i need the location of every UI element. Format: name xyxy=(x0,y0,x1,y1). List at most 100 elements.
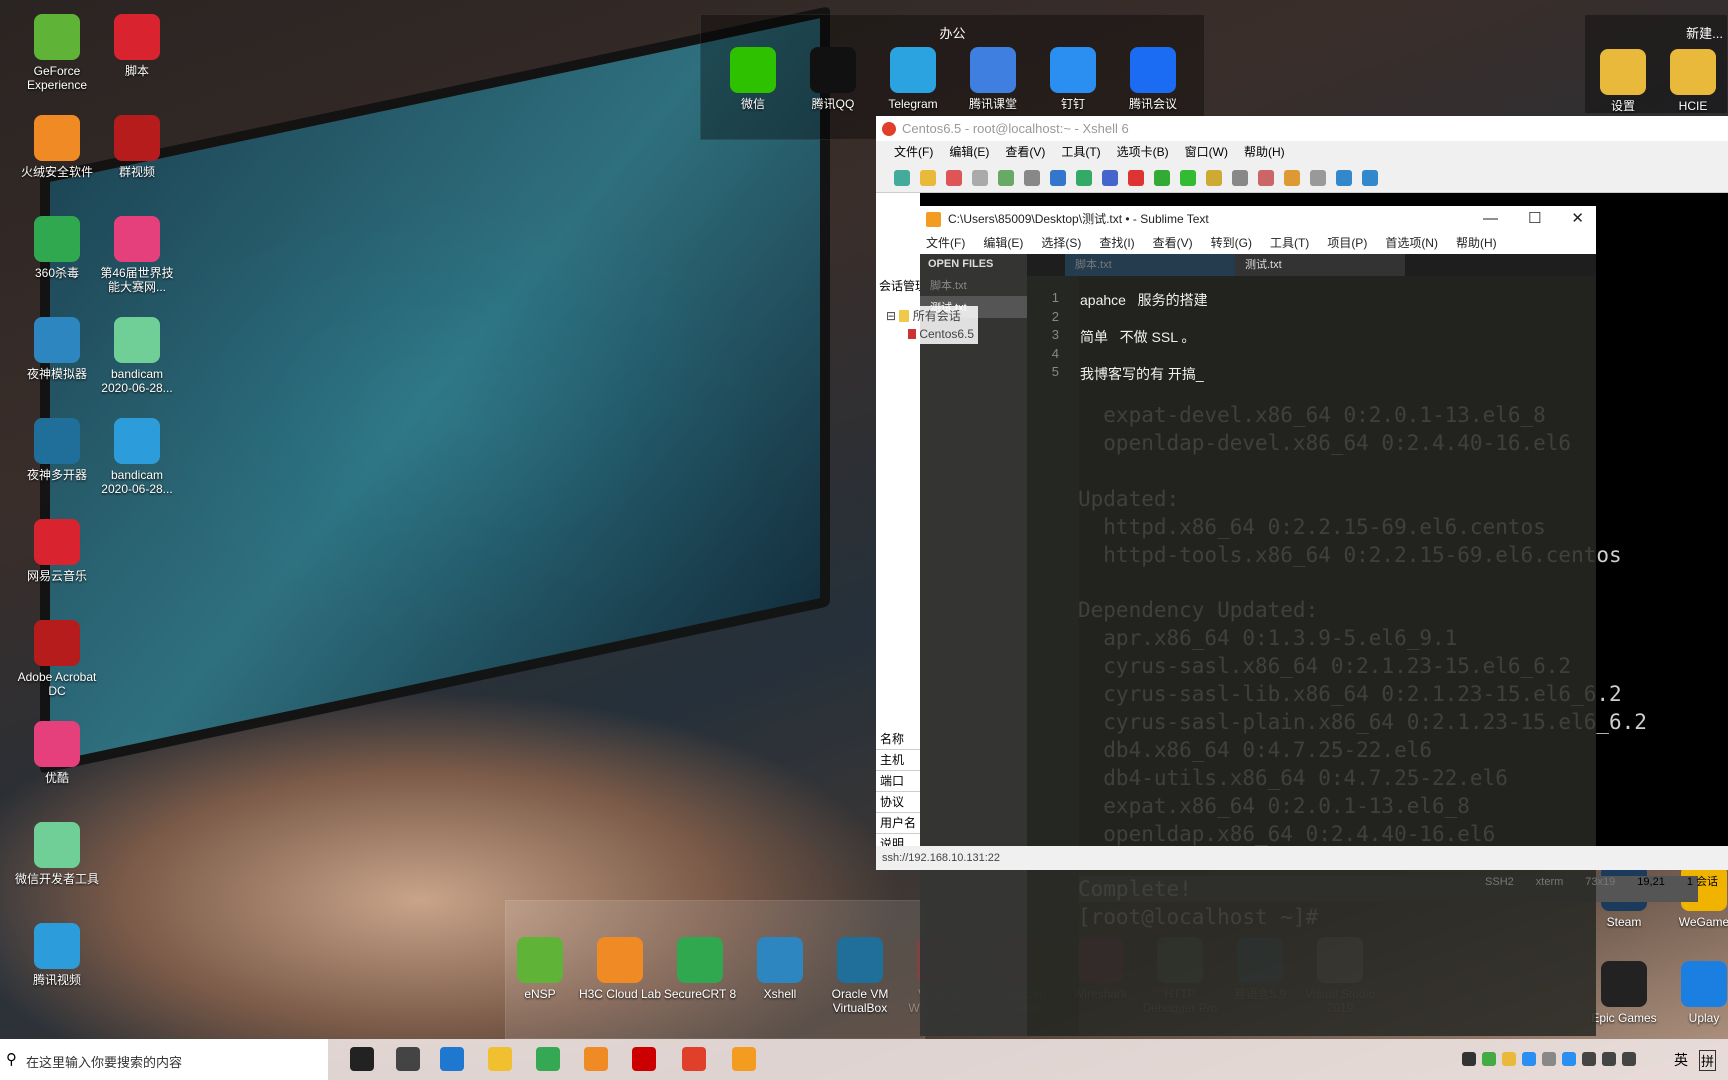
tray-icon[interactable] xyxy=(1542,1052,1556,1066)
menu-item[interactable]: 选项卡(B) xyxy=(1117,141,1169,163)
tab-1[interactable]: 测试.txt xyxy=(1235,254,1405,276)
ime-mode[interactable]: 拼 xyxy=(1698,1050,1716,1071)
desktop-icon[interactable]: eNSP xyxy=(498,937,582,1001)
toolbar-button[interactable] xyxy=(998,169,1014,186)
taskbar-app-icon[interactable] xyxy=(584,1047,608,1071)
desktop-icon[interactable]: Oracle VM VirtualBox xyxy=(818,937,902,1015)
menu-item[interactable]: 转到(G) xyxy=(1211,232,1252,254)
menu-item[interactable]: 文件(F) xyxy=(926,232,965,254)
taskbar-chrome-icon[interactable] xyxy=(536,1047,560,1071)
toolbar-button[interactable] xyxy=(1336,169,1352,186)
desktop-icon[interactable]: 网易云音乐 xyxy=(15,519,99,583)
desktop-icon[interactable]: 夜神模拟器 xyxy=(15,317,99,381)
property-name: 名称 xyxy=(876,729,920,750)
toolbar-button[interactable] xyxy=(1154,169,1170,186)
menu-item[interactable]: 帮助(H) xyxy=(1456,232,1497,254)
desktop-icon[interactable]: 第46届世界技能大赛网... xyxy=(95,216,179,294)
desktop-icon[interactable]: Telegram xyxy=(871,47,955,111)
maximize-button[interactable]: ☐ xyxy=(1528,206,1541,232)
minimize-button[interactable]: — xyxy=(1483,206,1498,232)
toolbar-button[interactable] xyxy=(1050,169,1066,186)
status-terminal-type: xterm xyxy=(1535,876,1564,888)
open-file-item[interactable]: 脚本.txt xyxy=(920,274,1027,296)
desktop-icon[interactable]: 夜神多开器 xyxy=(15,418,99,482)
close-button[interactable]: ✕ xyxy=(1571,206,1584,232)
toolbar-button[interactable] xyxy=(1102,169,1118,186)
toolbar-button[interactable] xyxy=(1180,169,1196,186)
toolbar-button[interactable] xyxy=(1128,169,1144,186)
desktop-icon[interactable]: 钉钉 xyxy=(1031,47,1115,111)
tree-item-session[interactable]: Centos6.5 xyxy=(886,325,974,343)
desktop-icon[interactable]: Uplay xyxy=(1662,961,1728,1025)
menu-item[interactable]: 编辑(E) xyxy=(983,232,1023,254)
desktop-icon[interactable]: GeForce Experience xyxy=(15,14,99,92)
ime-indicator[interactable]: 英 xyxy=(1674,1050,1688,1070)
menu-item[interactable]: 编辑(E) xyxy=(949,141,989,163)
toolbar-button[interactable] xyxy=(972,169,988,186)
menu-item[interactable]: 查看(V) xyxy=(1005,141,1045,163)
desktop-icon[interactable]: HCIE xyxy=(1651,49,1728,113)
toolbar-button[interactable] xyxy=(1310,169,1326,186)
toolbar-button[interactable] xyxy=(946,169,962,186)
desktop-icon[interactable]: 腾讯课堂 xyxy=(951,47,1035,111)
tray-icon[interactable] xyxy=(1582,1052,1596,1066)
taskbar-recorder-icon[interactable] xyxy=(632,1047,656,1071)
toolbar-button[interactable] xyxy=(894,169,910,186)
desktop-icon[interactable]: H3C Cloud Lab xyxy=(578,937,662,1001)
taskbar-edge-icon[interactable] xyxy=(440,1047,464,1071)
desktop-icon[interactable]: 360杀毒 xyxy=(15,216,99,280)
menu-item[interactable]: 查找(I) xyxy=(1099,232,1134,254)
tree-collapse-icon[interactable]: ⊟ xyxy=(886,309,899,323)
desktop-icon[interactable]: 微信开发者工具 xyxy=(15,822,99,886)
toolbar-button[interactable] xyxy=(920,169,936,186)
menu-item[interactable]: 查看(V) xyxy=(1153,232,1193,254)
menu-item[interactable]: 选择(S) xyxy=(1041,232,1081,254)
tray-icon[interactable] xyxy=(1502,1052,1516,1066)
desktop-icon[interactable]: Xshell xyxy=(738,937,822,1001)
tray-icon[interactable] xyxy=(1522,1052,1536,1066)
taskbar-sublime-icon[interactable] xyxy=(732,1047,756,1071)
desktop-icon-icon xyxy=(34,317,80,363)
taskbar-search[interactable]: ⚲ 在这里输入你要搜索的内容 xyxy=(0,1039,328,1080)
desktop-icon[interactable]: 腾讯会议 xyxy=(1111,47,1195,111)
tray-icon[interactable] xyxy=(1622,1052,1636,1066)
toolbar-button[interactable] xyxy=(1076,169,1092,186)
menu-item[interactable]: 工具(T) xyxy=(1270,232,1309,254)
toolbar-button[interactable] xyxy=(1258,169,1274,186)
taskbar-task-view-icon[interactable] xyxy=(396,1047,420,1071)
desktop-icon[interactable]: 脚本 xyxy=(95,14,179,78)
tray-icon[interactable] xyxy=(1482,1052,1496,1066)
desktop-icon[interactable]: 腾讯视频 xyxy=(15,923,99,987)
menu-item[interactable]: 首选项(N) xyxy=(1385,232,1438,254)
toolbar-button[interactable] xyxy=(1024,169,1040,186)
desktop-icon[interactable]: 火绒安全软件 xyxy=(15,115,99,179)
menu-item[interactable]: 工具(T) xyxy=(1061,141,1100,163)
toolbar-button[interactable] xyxy=(1206,169,1222,186)
toolbar-button[interactable] xyxy=(1284,169,1300,186)
desktop-icon-label: 腾讯QQ xyxy=(811,97,855,111)
taskbar-xshell-icon[interactable] xyxy=(682,1047,706,1071)
taskbar-cortana-icon[interactable] xyxy=(350,1047,374,1071)
desktop-icon[interactable]: Adobe Acrobat DC xyxy=(15,620,99,698)
menu-item[interactable]: 项目(P) xyxy=(1327,232,1367,254)
desktop-icon[interactable]: 腾讯QQ xyxy=(791,47,875,111)
desktop-icon[interactable]: bandicam 2020-06-28... xyxy=(95,317,179,395)
tray-icon[interactable] xyxy=(1462,1052,1476,1066)
toolbar-button[interactable] xyxy=(1362,169,1378,186)
tray-icon[interactable] xyxy=(1602,1052,1616,1066)
desktop-icon-label: 微信 xyxy=(740,97,765,111)
desktop-icon[interactable]: bandicam 2020-06-28... xyxy=(95,418,179,496)
tray-icon[interactable] xyxy=(1562,1052,1576,1066)
desktop-icon[interactable]: 微信 xyxy=(711,47,795,111)
menu-item[interactable]: 文件(F) xyxy=(894,141,933,163)
tab-0[interactable]: 脚本.txt xyxy=(1065,254,1235,276)
toolbar-button[interactable] xyxy=(1232,169,1248,186)
menu-item[interactable]: 窗口(W) xyxy=(1185,141,1228,163)
menu-item[interactable]: 帮助(H) xyxy=(1244,141,1285,163)
desktop-icon-icon xyxy=(34,115,80,161)
desktop-icon[interactable]: SecureCRT 8 xyxy=(658,937,742,1001)
tree-item-all-sessions[interactable]: ⊟ 所有会话 xyxy=(886,307,974,325)
desktop-icon[interactable]: 优酷 xyxy=(15,721,99,785)
desktop-icon[interactable]: 群视频 xyxy=(95,115,179,179)
taskbar-explorer-icon[interactable] xyxy=(488,1047,512,1071)
